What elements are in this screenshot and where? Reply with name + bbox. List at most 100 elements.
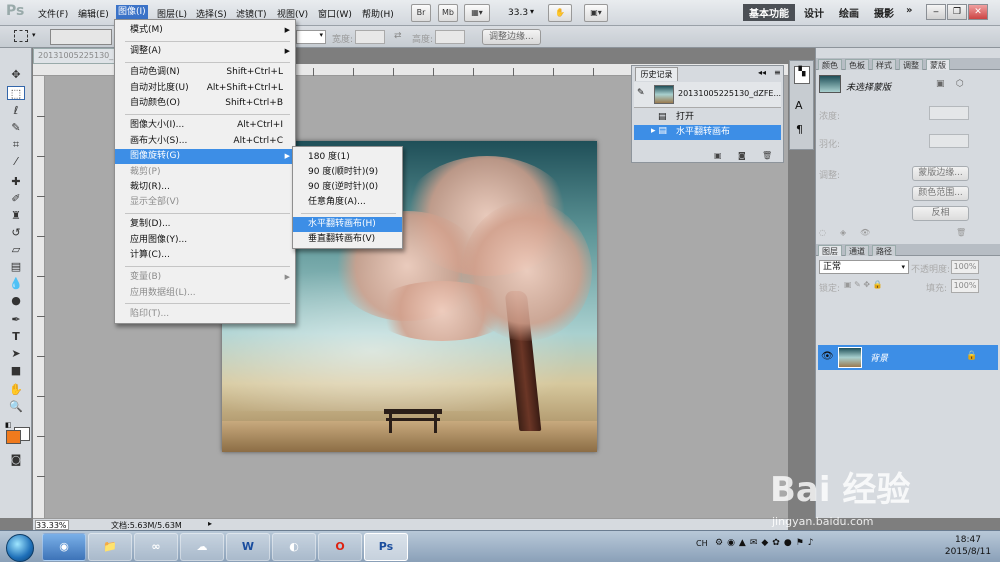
panel-collapse-icon[interactable]: ◂◂ bbox=[758, 68, 766, 77]
taskbar-explorer-icon[interactable]: 📁 bbox=[88, 533, 132, 561]
tab-paths[interactable]: 路径 bbox=[872, 245, 896, 256]
menu-edit[interactable]: 编辑(E) bbox=[78, 7, 109, 20]
pixel-mask-icon[interactable]: ▣ bbox=[936, 79, 945, 89]
brush-tool-icon[interactable]: ✐ bbox=[7, 192, 25, 206]
bridge-button[interactable]: Br bbox=[411, 4, 431, 22]
swap-icon[interactable]: ⇄ bbox=[394, 31, 402, 41]
menu-item-adjustments[interactable]: 调整(A) ▶ bbox=[115, 44, 295, 59]
disable-mask-icon[interactable]: 👁 bbox=[860, 228, 870, 237]
workspace-design[interactable]: 设计 bbox=[804, 5, 824, 20]
taskbar-word-icon[interactable]: W bbox=[226, 533, 270, 561]
feather-field[interactable] bbox=[929, 134, 969, 148]
rotate-arbitrary[interactable]: 任意角度(A)... bbox=[293, 195, 402, 210]
eyedropper-tool-icon[interactable]: ⁄ bbox=[7, 155, 25, 169]
clone-stamp-tool-icon[interactable]: ♜ bbox=[7, 209, 25, 223]
apply-mask-icon[interactable]: ◈ bbox=[840, 228, 846, 237]
foreground-color-swatch[interactable] bbox=[6, 430, 21, 444]
minimize-button[interactable]: ‒ bbox=[926, 4, 946, 20]
history-new-document-icon[interactable]: ▣ bbox=[714, 151, 722, 160]
lasso-tool-icon[interactable]: ℓ bbox=[7, 104, 25, 118]
menu-item-canvas-size[interactable]: 画布大小(S)... Alt+Ctrl+C bbox=[115, 134, 295, 149]
density-field[interactable] bbox=[929, 106, 969, 120]
quick-select-tool-icon[interactable]: ✎ bbox=[7, 121, 25, 135]
status-zoom[interactable]: 33.33% bbox=[35, 520, 69, 530]
view-extras-button[interactable]: ▦▾ bbox=[464, 4, 490, 22]
menu-item-auto-tone[interactable]: 自动色调(N) Shift+Ctrl+L bbox=[115, 65, 295, 80]
tab-adjustments[interactable]: 调整 bbox=[899, 59, 923, 70]
workspace-essentials[interactable]: 基本功能 bbox=[743, 4, 795, 21]
menu-file[interactable]: 文件(F) bbox=[38, 7, 68, 20]
load-selection-icon[interactable]: ◌ bbox=[819, 228, 826, 237]
invert-button[interactable]: 反相 bbox=[912, 206, 969, 221]
menu-item-variables[interactable]: 变量(B) ▶ bbox=[115, 270, 295, 285]
selection-mode-buttons[interactable] bbox=[50, 29, 112, 45]
history-snapshot[interactable]: ✎ 20131005225130_dZFE... bbox=[634, 82, 781, 108]
taskbar-app-icon[interactable]: ◉ bbox=[42, 533, 86, 561]
marquee-tool-icon[interactable]: ⬚ bbox=[7, 86, 25, 100]
tab-layers[interactable]: 图层 bbox=[818, 245, 842, 256]
paragraph-dock-icon[interactable]: ¶ bbox=[796, 123, 803, 136]
visibility-eye-icon[interactable]: 👁 bbox=[821, 351, 834, 362]
history-state[interactable]: 打开 bbox=[634, 110, 781, 125]
opacity-field[interactable]: 100% bbox=[951, 260, 979, 274]
width-field[interactable] bbox=[355, 30, 385, 44]
menu-help[interactable]: 帮助(H) bbox=[362, 7, 394, 20]
menu-window[interactable]: 窗口(W) bbox=[318, 7, 352, 20]
pen-tool-icon[interactable]: ✒ bbox=[7, 313, 25, 327]
tab-color[interactable]: 颜色 bbox=[818, 59, 842, 70]
tab-swatches[interactable]: 色板 bbox=[845, 59, 869, 70]
default-colors-icon[interactable]: ◧ bbox=[5, 421, 13, 429]
flip-canvas-vertical[interactable]: 垂直翻转画布(V) bbox=[293, 232, 402, 247]
panel-menu-icon[interactable]: ≡ bbox=[774, 68, 781, 77]
menu-item-apply-data-set[interactable]: 应用数据组(L)... bbox=[115, 286, 295, 301]
zoom-tool-icon[interactable]: 🔍 bbox=[7, 400, 25, 414]
status-menu-arrow-icon[interactable]: ▸ bbox=[208, 519, 212, 528]
menu-item-image-size[interactable]: 图像大小(I)... Alt+Ctrl+I bbox=[115, 118, 295, 133]
clock[interactable]: 18:47 2015/8/11 bbox=[940, 534, 996, 558]
history-tab[interactable]: 历史记录 bbox=[635, 67, 678, 81]
height-field[interactable] bbox=[435, 30, 465, 44]
gradient-tool-icon[interactable]: ▤ bbox=[7, 260, 25, 274]
workspace-painting[interactable]: 绘画 bbox=[839, 5, 859, 20]
refine-edge-button[interactable]: 调整边缘... bbox=[482, 29, 541, 45]
history-snapshot-icon[interactable]: ◙ bbox=[738, 151, 746, 160]
taskbar-app-icon[interactable]: ∞ bbox=[134, 533, 178, 561]
taskbar-cloud-icon[interactable]: ☁ bbox=[180, 533, 224, 561]
menu-item-auto-color[interactable]: 自动颜色(O) Shift+Ctrl+B bbox=[115, 96, 295, 111]
menu-item-apply-image[interactable]: 应用图像(Y)... bbox=[115, 233, 295, 248]
taskbar-app-icon[interactable]: ◐ bbox=[272, 533, 316, 561]
hand-tool-icon[interactable]: ✋ bbox=[7, 383, 25, 397]
zoom-dropdown-icon[interactable]: ▾ bbox=[530, 7, 534, 16]
menu-item-auto-contrast[interactable]: 自动对比度(U) Alt+Shift+Ctrl+L bbox=[115, 81, 295, 96]
rotate-90-ccw[interactable]: 90 度(逆时针)(0) bbox=[293, 180, 402, 195]
document-tab[interactable]: 20131005225130_ bbox=[33, 48, 118, 64]
preset-dropdown-icon[interactable]: ▾ bbox=[32, 31, 36, 39]
rotate-90-cw[interactable]: 90 度(顺时针)(9) bbox=[293, 165, 402, 180]
tab-masks[interactable]: 蒙版 bbox=[926, 59, 950, 70]
minibridge-button[interactable]: Mb bbox=[438, 4, 458, 22]
zoom-level[interactable]: 33.3 bbox=[508, 8, 528, 18]
style-dropdown[interactable]: ▾ bbox=[296, 30, 326, 44]
close-button[interactable]: ✕ bbox=[968, 4, 988, 20]
lock-icons[interactable]: ▣ ✎ ✥ 🔒 bbox=[844, 280, 883, 289]
crop-tool-icon[interactable]: ⌗ bbox=[7, 138, 25, 152]
color-range-button[interactable]: 颜色范围... bbox=[912, 186, 969, 201]
healing-brush-tool-icon[interactable]: ✚ bbox=[7, 175, 25, 189]
fill-field[interactable]: 100% bbox=[951, 279, 979, 293]
history-delete-icon[interactable]: 🗑 bbox=[762, 151, 772, 160]
eraser-tool-icon[interactable]: ▱ bbox=[7, 243, 25, 257]
restore-button[interactable]: ❐ bbox=[947, 4, 967, 20]
workspace-more[interactable]: » bbox=[906, 5, 912, 16]
quick-mask-icon[interactable]: ◙ bbox=[7, 453, 25, 467]
tray-icons[interactable]: ⚙◉▲✉◆✿●⚑♪ bbox=[715, 538, 818, 548]
hand-tool-button[interactable]: ✋ bbox=[548, 4, 572, 22]
mask-edge-button[interactable]: 蒙版边缘... bbox=[912, 166, 969, 181]
menu-item-crop[interactable]: 裁剪(P) bbox=[115, 165, 295, 180]
history-brush-tool-icon[interactable]: ↺ bbox=[7, 226, 25, 240]
layer-row-background[interactable]: 👁 背景 🔒 bbox=[818, 345, 998, 370]
tab-styles[interactable]: 样式 bbox=[872, 59, 896, 70]
marquee-preset-icon[interactable] bbox=[14, 30, 28, 42]
menu-item-trap[interactable]: 陷印(T)... bbox=[115, 307, 295, 322]
type-tool-icon[interactable]: T bbox=[7, 330, 25, 344]
shape-tool-icon[interactable]: ■ bbox=[7, 364, 25, 378]
